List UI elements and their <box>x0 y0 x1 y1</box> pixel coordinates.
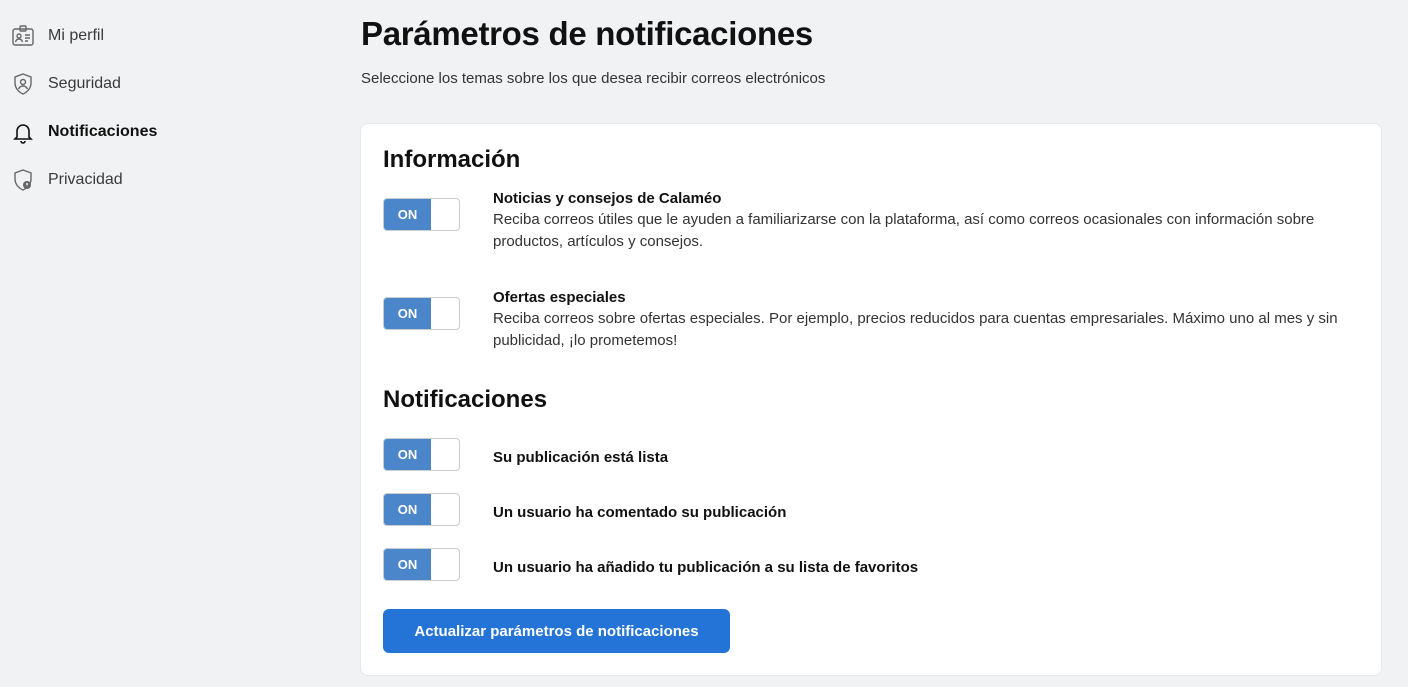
sidebar-item-label: Mi perfil <box>48 27 105 44</box>
toggle-state: ON <box>384 298 431 329</box>
toggle-noticias[interactable]: ON <box>383 198 460 231</box>
sidebar-item-label: Seguridad <box>48 75 121 92</box>
section-title-informacion: Información <box>383 146 521 173</box>
section-title-notificaciones: Notificaciones <box>383 386 548 413</box>
id-card-icon <box>10 23 36 49</box>
toggle-publicacion-lista[interactable]: ON <box>383 438 460 471</box>
privacy-shield-icon <box>10 167 36 193</box>
sidebar-item-mi-perfil[interactable]: Mi perfil <box>10 21 104 51</box>
page-subtitle: Seleccione los temas sobre los que desea… <box>361 70 826 87</box>
option-title-ofertas: Ofertas especiales <box>493 289 626 306</box>
toggle-ofertas[interactable]: ON <box>383 297 460 330</box>
toggle-state: ON <box>384 199 431 230</box>
sidebar-item-seguridad[interactable]: Seguridad <box>10 69 121 99</box>
update-settings-button[interactable]: Actualizar parámetros de notificaciones <box>383 609 730 653</box>
bell-icon <box>10 119 36 145</box>
option-title-favoritos: Un usuario ha añadido tu publicación a s… <box>493 559 919 576</box>
toggle-state: ON <box>384 549 431 580</box>
option-title-noticias: Noticias y consejos de Calaméo <box>493 190 722 207</box>
toggle-comentario[interactable]: ON <box>383 493 460 526</box>
page-title: Parámetros de notificaciones <box>361 15 813 52</box>
sidebar-item-label: Notificaciones <box>48 123 158 140</box>
toggle-state: ON <box>384 494 431 525</box>
sidebar-item-privacidad[interactable]: Privacidad <box>10 165 123 195</box>
settings-card: Información ON Noticias y consejos de Ca… <box>361 124 1381 675</box>
option-description-ofertas: Reciba correos sobre ofertas especiales.… <box>493 310 1338 349</box>
sidebar: Mi perfil Seguridad Notificaciones Priva… <box>0 0 340 687</box>
toggle-favoritos[interactable]: ON <box>383 548 460 581</box>
sidebar-item-notificaciones[interactable]: Notificaciones <box>10 117 157 147</box>
shield-icon <box>10 71 36 97</box>
sidebar-item-label: Privacidad <box>48 171 123 188</box>
option-title-publicacion-lista: Su publicación está lista <box>493 449 669 466</box>
option-title-comentario: Un usuario ha comentado su publicación <box>493 504 787 521</box>
option-description-noticias: Reciba correos útiles que le ayuden a fa… <box>493 211 1315 250</box>
toggle-state: ON <box>384 439 431 470</box>
